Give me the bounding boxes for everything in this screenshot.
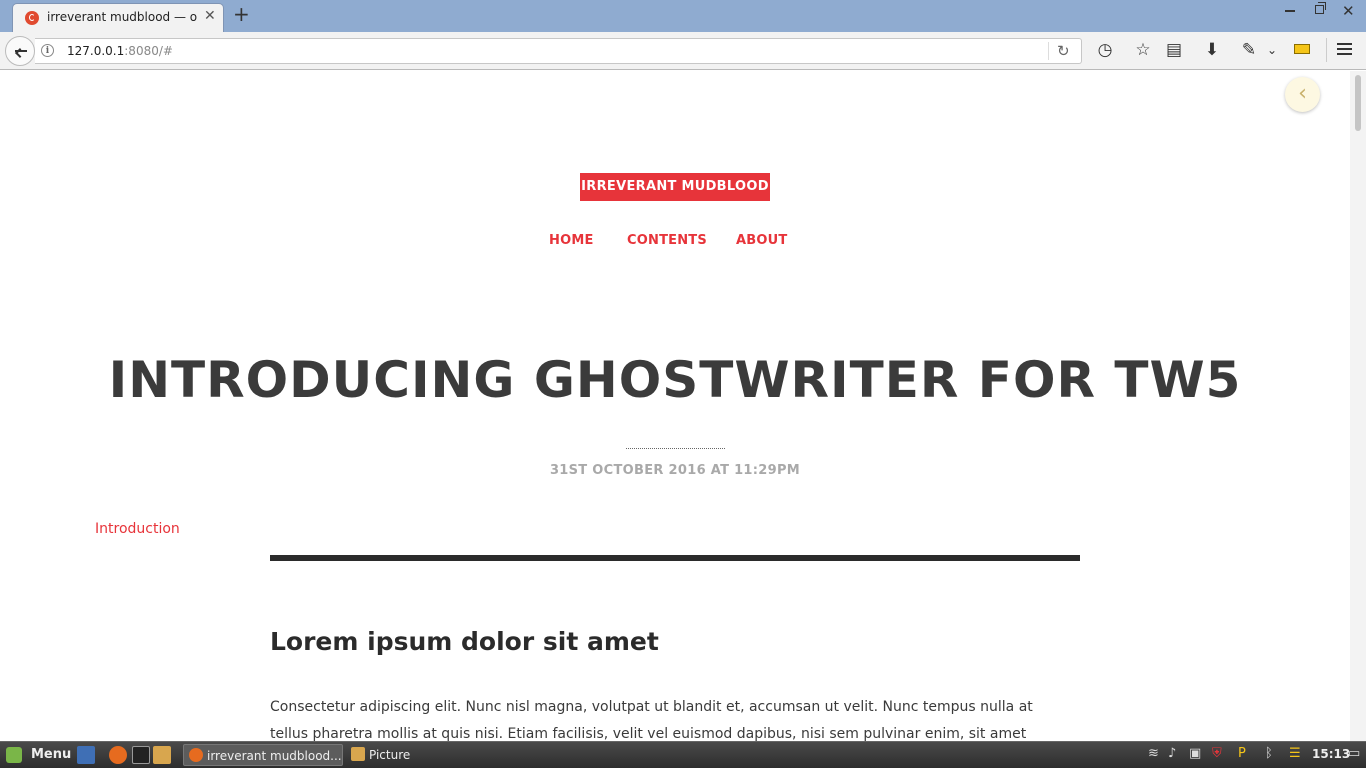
download-icon[interactable]: ⬇	[1201, 39, 1223, 61]
os-taskbar: Menu irreverant mudblood... Picture ≋ ♪ …	[0, 741, 1366, 768]
notifications-icon[interactable]: ▭	[1348, 746, 1360, 761]
browser-toolbar: i 127.0.0.1:8080/# ↻	[0, 32, 1366, 70]
files-icon[interactable]	[153, 746, 171, 764]
back-icon[interactable]	[5, 36, 35, 66]
clock[interactable]: 15:13	[1312, 747, 1350, 761]
url-separator	[1048, 42, 1049, 60]
site-title[interactable]: IRREVERANT MUDBLOOD	[580, 173, 770, 201]
info-icon[interactable]: i	[41, 44, 54, 57]
post-date: 31ST OCTOBER 2016 AT 11:29PM	[549, 463, 801, 478]
p-icon[interactable]: P	[1238, 746, 1246, 761]
page-content: ‹ IRREVERANT MUDBLOOD HOME CONTENTS ABOU…	[0, 71, 1350, 741]
chevron-down-icon[interactable]: ⌄	[1261, 39, 1283, 61]
folder-icon	[351, 747, 365, 761]
show-desktop-icon[interactable]	[77, 746, 95, 764]
history-icon[interactable]: ◷	[1094, 39, 1116, 61]
sidebar-toggle-chevron-left-icon[interactable]: ‹	[1285, 77, 1320, 112]
hamburger-menu-icon[interactable]	[1337, 43, 1352, 55]
browser-title-bar: irreverant mudblood — o… ✕ + ✕	[0, 0, 1366, 32]
toc-link-introduction[interactable]: Introduction	[95, 521, 180, 537]
terminal-icon[interactable]	[132, 746, 150, 764]
menu-label[interactable]: Menu	[31, 747, 71, 762]
minimize-window-icon[interactable]	[1285, 4, 1296, 14]
url-host: 127.0.0.1	[67, 44, 125, 58]
notes-icon[interactable]: ☰	[1289, 746, 1301, 761]
tab-title: irreverant mudblood — o…	[47, 10, 197, 24]
reload-icon[interactable]: ↻	[1057, 42, 1070, 60]
firefox-task-icon	[189, 748, 203, 762]
volume-icon[interactable]: ♪	[1168, 746, 1176, 761]
url-path: :8080/#	[124, 44, 173, 58]
new-tab-icon[interactable]: +	[233, 4, 250, 24]
post-title: INTRODUCING GHOSTWRITER FOR TW5	[108, 351, 1242, 409]
body-paragraph: Consectetur adipiscing elit. Nunc nisl m…	[270, 699, 1033, 741]
section-heading: Lorem ipsum dolor sit amet	[270, 627, 659, 656]
close-tab-icon[interactable]: ✕	[204, 8, 216, 24]
site-favicon-icon	[25, 11, 39, 25]
url-bar[interactable]: i 127.0.0.1:8080/# ↻	[35, 38, 1082, 64]
scroll-thumb[interactable]	[1355, 75, 1361, 131]
page-scrollbar[interactable]	[1350, 71, 1366, 741]
restore-window-icon[interactable]	[1315, 2, 1326, 14]
bookmark-star-icon[interactable]: ☆	[1132, 39, 1154, 61]
ruler-icon[interactable]	[1294, 44, 1310, 54]
content-divider	[270, 555, 1080, 561]
task-picture[interactable]: Picture	[346, 744, 504, 766]
shield-icon[interactable]: ⛨	[1212, 746, 1222, 761]
task-browser[interactable]: irreverant mudblood...	[183, 744, 343, 766]
nav-home[interactable]: HOME	[549, 233, 594, 248]
title-divider	[626, 448, 725, 449]
reading-list-icon[interactable]: ▤	[1163, 39, 1185, 61]
task-browser-label: irreverant mudblood...	[207, 749, 342, 763]
tools-icon[interactable]: ✎	[1238, 39, 1260, 61]
firefox-icon[interactable]	[109, 746, 127, 764]
task-picture-label: Picture	[369, 748, 411, 762]
nav-about[interactable]: ABOUT	[736, 233, 787, 248]
clipboard-icon[interactable]: ▣	[1189, 746, 1201, 761]
close-window-icon[interactable]: ✕	[1342, 2, 1355, 20]
browser-tab[interactable]: irreverant mudblood — o… ✕	[12, 3, 224, 32]
toolbar-separator	[1326, 38, 1327, 62]
mint-menu-icon[interactable]	[6, 747, 22, 763]
nav-contents[interactable]: CONTENTS	[627, 233, 707, 248]
url-text[interactable]: 127.0.0.1:8080/#	[67, 44, 173, 58]
bluetooth-icon[interactable]: ᛒ	[1265, 746, 1273, 761]
wifi-icon[interactable]: ≋	[1148, 746, 1159, 761]
